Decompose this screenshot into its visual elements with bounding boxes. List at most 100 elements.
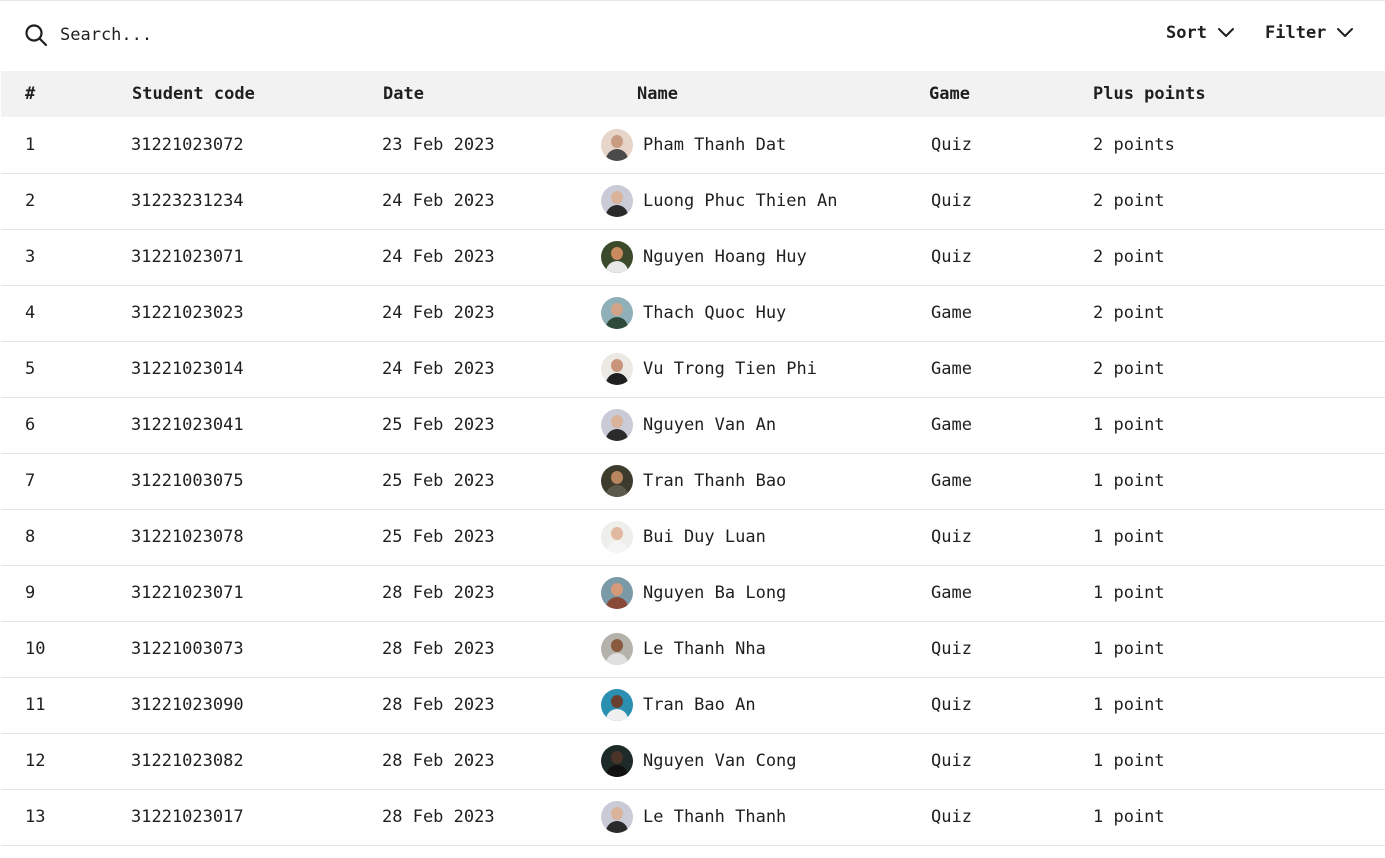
student-name-cell: Vu Trong Tien Phi [601, 341, 929, 397]
student-name-cell: Thach Quoc Huy [601, 285, 929, 341]
student-name: Nguyen Hoang Huy [643, 247, 807, 267]
table-row[interactable]: 10 31221003073 28 Feb 2023 Le Thanh Nha Quiz… [1, 621, 1385, 677]
student-name: Bui Duy Luan [643, 527, 766, 547]
row-date: 23 Feb 2023 [382, 134, 495, 155]
table-row[interactable]: 7 31221003075 25 Feb 2023 Tran Thanh Bao Gam… [1, 453, 1385, 509]
avatar [601, 185, 633, 217]
column-header-date[interactable]: Date [382, 71, 601, 117]
student-code: 31221003075 [131, 471, 244, 491]
row-index: 10 [25, 639, 46, 659]
game-type: Quiz [931, 527, 972, 547]
table-row[interactable]: 3 31221023071 24 Feb 2023 Nguyen Hoang Huy Q… [1, 229, 1385, 285]
student-name-cell: Luong Phuc Thien An [601, 173, 929, 229]
student-name-cell: Nguyen Ba Long [601, 565, 929, 621]
row-date: 28 Feb 2023 [382, 751, 495, 771]
toolbar: Sort Filter [0, 1, 1385, 71]
plus-points: 1 point [1093, 807, 1165, 827]
row-date: 24 Feb 2023 [382, 247, 495, 267]
table-row[interactable]: 4 31221023023 24 Feb 2023 Thach Quoc Huy Gam… [1, 285, 1385, 341]
plus-points: 1 point [1093, 583, 1165, 603]
student-code: 31221023072 [131, 134, 244, 155]
table-row[interactable]: 1 31221023072 23 Feb 2023 Pham Thanh Dat Qui… [1, 117, 1385, 173]
table-row[interactable]: 12 31221023082 28 Feb 2023 Nguyen Van Cong Q… [1, 733, 1385, 789]
game-type: Quiz [931, 247, 972, 267]
plus-points: 1 point [1093, 527, 1165, 547]
student-name-cell: Bui Duy Luan [601, 509, 929, 565]
row-date: 24 Feb 2023 [382, 191, 495, 211]
student-name-cell: Nguyen Van Cong [601, 733, 929, 789]
student-name-cell: Nguyen Hoang Huy [601, 229, 929, 285]
student-name: Nguyen Van Cong [643, 751, 797, 771]
student-name: Luong Phuc Thien An [643, 191, 838, 211]
plus-points: 2 point [1093, 247, 1165, 267]
column-header-student-code[interactable]: Student code [131, 71, 382, 117]
avatar [601, 465, 633, 497]
table-row[interactable]: 8 31221023078 25 Feb 2023 Bui Duy Luan Quiz 1… [1, 509, 1385, 565]
student-name-cell: Pham Thanh Dat [601, 117, 929, 173]
table-row[interactable]: 5 31221023014 24 Feb 2023 Vu Trong Tien Phi… [1, 341, 1385, 397]
plus-points: 1 point [1093, 415, 1165, 435]
student-name-cell: Nguyen Van An [601, 397, 929, 453]
table-row[interactable]: 9 31221023071 28 Feb 2023 Nguyen Ba Long Gam… [1, 565, 1385, 621]
search-input[interactable] [60, 25, 320, 45]
column-header-plus-points[interactable]: Plus points [1093, 71, 1385, 117]
chevron-down-icon [1336, 24, 1354, 42]
student-code: 31223231234 [131, 191, 244, 211]
row-index: 3 [25, 247, 36, 267]
student-name-cell: Le Thanh Thanh [601, 789, 929, 845]
student-name: Vu Trong Tien Phi [643, 359, 817, 379]
table-row[interactable]: 11 31221023090 28 Feb 2023 Tran Bao An Quiz 1… [1, 677, 1385, 733]
plus-points: 2 points [1093, 134, 1175, 155]
column-header-index[interactable]: # [1, 71, 131, 117]
student-code: 31221023078 [131, 527, 244, 547]
game-type: Game [931, 583, 972, 603]
student-name-cell: Tran Bao An [601, 677, 929, 733]
avatar [601, 801, 633, 833]
avatar [601, 577, 633, 609]
row-date: 25 Feb 2023 [382, 415, 495, 435]
row-index: 12 [25, 751, 46, 771]
column-header-game[interactable]: Game [929, 71, 1093, 117]
avatar [601, 633, 633, 665]
student-name-cell: Le Thanh Nha [601, 621, 929, 677]
student-name: Pham Thanh Dat [643, 134, 787, 155]
row-date: 25 Feb 2023 [382, 471, 495, 491]
row-index: 1 [25, 134, 36, 155]
student-name: Tran Bao An [643, 695, 756, 715]
row-index: 5 [25, 359, 36, 379]
game-type: Game [931, 303, 972, 323]
plus-points: 1 point [1093, 471, 1165, 491]
plus-points: 1 point [1093, 695, 1165, 715]
plus-points: 1 point [1093, 751, 1165, 771]
student-name: Nguyen Ba Long [643, 583, 787, 603]
row-index: 9 [25, 583, 36, 603]
filter-button[interactable]: Filter [1265, 23, 1354, 43]
avatar [601, 689, 633, 721]
table-row[interactable]: 6 31221023041 25 Feb 2023 Nguyen Van An Game… [1, 397, 1385, 453]
column-header-name[interactable]: Name [601, 71, 929, 117]
row-index: 11 [25, 695, 46, 715]
table-row[interactable]: 2 31223231234 24 Feb 2023 Luong Phuc Thien … [1, 173, 1385, 229]
student-name: Nguyen Van An [643, 415, 777, 435]
student-name: Tran Thanh Bao [643, 471, 787, 491]
row-index: 13 [25, 807, 46, 827]
search-box[interactable] [24, 23, 320, 47]
student-code: 31221023082 [131, 751, 244, 771]
student-name: Le Thanh Nha [643, 639, 766, 659]
avatar [601, 241, 633, 273]
student-code: 31221023071 [131, 583, 244, 603]
game-type: Quiz [931, 695, 972, 715]
student-code: 31221003073 [131, 639, 244, 659]
students-table: # Student code Date Name Game Plus point… [1, 71, 1385, 846]
game-type: Quiz [931, 134, 972, 155]
sort-button[interactable]: Sort [1166, 23, 1235, 43]
row-index: 4 [25, 303, 36, 323]
game-type: Game [931, 415, 972, 435]
avatar [601, 745, 633, 777]
student-name: Le Thanh Thanh [643, 807, 787, 827]
row-date: 24 Feb 2023 [382, 359, 495, 379]
row-date: 25 Feb 2023 [382, 527, 495, 547]
search-icon [24, 23, 48, 47]
table-row[interactable]: 13 31221023017 28 Feb 2023 Le Thanh Thanh Qu… [1, 789, 1385, 845]
student-name: Thach Quoc Huy [643, 303, 787, 323]
